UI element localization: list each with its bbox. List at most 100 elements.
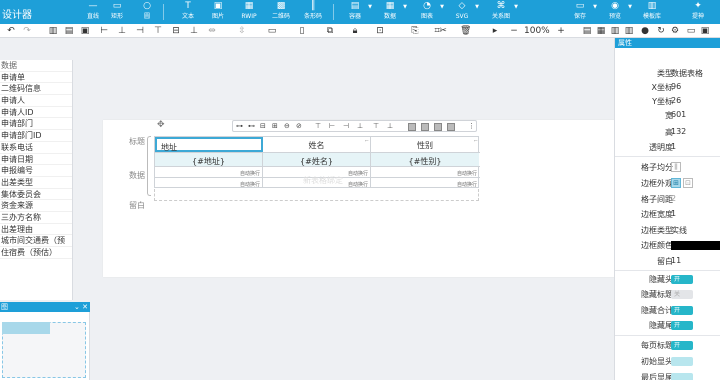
prop-value[interactable]: 数据表格 <box>671 68 703 79</box>
same-height-icon[interactable]: ▯ <box>297 25 307 37</box>
tool-icon[interactable]: ⚙ <box>670 25 680 37</box>
align-icon[interactable]: ▤ <box>64 25 74 37</box>
table-cell[interactable]: {#性别} <box>371 153 479 166</box>
same-width-icon[interactable]: ▭ <box>267 25 277 37</box>
border-all-icon[interactable] <box>408 123 416 131</box>
field-item[interactable]: 申请部门 <box>0 118 72 131</box>
valign-top-icon[interactable]: ⊤ <box>315 122 321 131</box>
table-cell[interactable]: 性别 ⌐ <box>371 137 479 152</box>
save-button[interactable]: ▭ 保存 ▼ <box>565 1 597 23</box>
undo-icon[interactable]: ↶ <box>6 25 16 37</box>
field-item[interactable]: 住宿费（预估） <box>0 247 72 259</box>
table-cell[interactable]: 姓名 ⌐ <box>263 137 371 152</box>
align-bottom-icon[interactable]: ⊥ <box>189 25 199 37</box>
x-input[interactable]: 96 <box>671 82 681 91</box>
insert-row-icon[interactable]: ⊟ <box>260 122 266 131</box>
align-middle-icon[interactable]: ⊟ <box>171 25 181 37</box>
per-page-title-toggle[interactable]: 开 <box>671 341 693 350</box>
delete-row-icon[interactable]: ⊖ <box>284 122 290 131</box>
template-library-button[interactable]: ▥ 模板库 <box>637 1 667 23</box>
field-item[interactable]: 申请单 <box>0 72 72 84</box>
qrcode-tool-button[interactable]: ▩ 二维码 <box>266 1 296 23</box>
collapse-icon[interactable]: ⌄ <box>74 303 80 311</box>
distribute-h-icon[interactable]: ⇹ <box>207 25 217 37</box>
view-cols-icon[interactable]: ▥ <box>624 25 634 37</box>
align-top-icon[interactable]: ⊤ <box>153 25 163 37</box>
y-input[interactable]: 26 <box>671 96 681 105</box>
field-item[interactable]: 资金来源 <box>0 200 72 212</box>
move-icon[interactable]: ✥ <box>157 120 165 130</box>
field-item[interactable]: 出差理由 <box>0 224 72 236</box>
initial-header-toggle[interactable] <box>671 357 693 366</box>
merge-icon[interactable]: ⊶ <box>236 122 243 131</box>
tree-root[interactable]: 数据 <box>0 60 72 72</box>
relation-tool-button[interactable]: ⌘ 关系图 ▼ <box>486 1 518 23</box>
view-grid-icon[interactable]: ▦ <box>596 25 606 37</box>
table-cell[interactable]: 自动换行 <box>155 167 263 177</box>
distribute-v-icon[interactable]: ⇳ <box>237 25 247 37</box>
field-item[interactable]: 集体委员会 <box>0 189 72 201</box>
opacity-input[interactable]: 1 <box>671 142 676 151</box>
bring-front-icon[interactable]: ⧉ <box>325 25 335 37</box>
bold-icon[interactable]: ● <box>640 25 650 37</box>
border-outer-icon[interactable] <box>421 123 429 131</box>
chart-tool-button[interactable]: ◔ 图表 ▼ <box>412 1 444 23</box>
equal-split-icon[interactable]: ⫼ <box>671 162 681 172</box>
cell-gap-input[interactable]: 2 <box>671 194 676 203</box>
hide-footer-toggle[interactable]: 开 <box>671 321 693 330</box>
design-canvas[interactable]: 标题 数据 留白 ✥ ⊶ ⊷ ⊟ ⊞ ⊖ ⊘ ⊤ ⊢ ⊣ ⊥ ⊤ ⊥ ⋮ 地址 … <box>90 38 618 380</box>
delete-col-icon[interactable]: ⊘ <box>296 122 302 131</box>
view-split-icon[interactable]: ▥ <box>610 25 620 37</box>
height-input[interactable]: 132 <box>671 127 686 136</box>
image-tool-button[interactable]: ▣ 图片 <box>203 1 233 23</box>
field-item[interactable]: 申请人ID <box>0 107 72 119</box>
more-icon[interactable]: ⋮ <box>468 122 475 131</box>
view-list-icon[interactable]: ▤ <box>582 25 592 37</box>
lock-icon[interactable]: 🔒︎ <box>350 25 360 37</box>
rect-tool-button[interactable]: ▭ 矩形 <box>102 1 132 23</box>
width-input[interactable]: 601 <box>671 110 686 119</box>
svg-tool-button[interactable]: ◇ SVG ▼ <box>447 1 479 23</box>
zoom-out-icon[interactable]: − <box>509 25 519 37</box>
field-item[interactable]: 申请日期 <box>0 154 72 166</box>
align-center-icon[interactable]: ⊥ <box>117 25 127 37</box>
border-none-icon[interactable] <box>447 123 455 131</box>
align-left-icon[interactable]: ⊢ <box>99 25 109 37</box>
hide-header-toggle[interactable]: 开 <box>671 275 693 284</box>
unlock-icon[interactable]: ⊡ <box>375 25 385 37</box>
footer-band[interactable] <box>154 189 479 201</box>
circle-tool-button[interactable]: ○ 圆 <box>132 1 162 23</box>
text-wrap-icon[interactable]: ⊥ <box>387 122 393 131</box>
expand-icon[interactable]: ▸ <box>490 25 500 37</box>
table-cell[interactable]: 自动换行 <box>155 178 263 188</box>
border-inner-icon[interactable] <box>434 123 442 131</box>
layout-icon[interactable]: ▥ <box>48 25 58 37</box>
table-cell[interactable]: 自动换行 <box>371 178 479 188</box>
chat-icon[interactable]: ▭ <box>686 25 696 37</box>
border-width-input[interactable]: 1 <box>671 209 676 218</box>
text-tool-button[interactable]: T 文本 <box>173 1 203 23</box>
border-grid-icon[interactable]: ⊞ <box>671 178 681 188</box>
field-item[interactable]: 申请部门ID <box>0 130 72 142</box>
halign-icon[interactable]: ⊥ <box>357 122 363 131</box>
field-item[interactable]: 出差类型 <box>0 177 72 189</box>
table-cell[interactable]: {#姓名} <box>263 153 371 166</box>
border-color-picker[interactable] <box>671 241 720 250</box>
field-item[interactable]: 申请人 <box>0 95 72 107</box>
align-right-icon[interactable]: ⊣ <box>135 25 145 37</box>
field-item[interactable]: 联系电话 <box>0 142 72 154</box>
cut-icon[interactable]: ✂ <box>438 25 448 37</box>
field-item[interactable]: 三办方名称 <box>0 212 72 224</box>
insert-col-icon[interactable]: ⊞ <box>272 122 278 131</box>
valign-mid-icon[interactable]: ⊢ <box>329 122 335 131</box>
menu-icon[interactable]: ▣ <box>700 25 710 37</box>
close-icon[interactable]: ✕ <box>82 303 88 311</box>
data-tool-button[interactable]: ▦ 数据 ▼ <box>375 1 407 23</box>
table-cell[interactable]: {#地址} <box>155 153 263 166</box>
container-tool-button[interactable]: ▤ 容器 ▼ <box>340 1 372 23</box>
field-item[interactable]: 二维码信息 <box>0 83 72 96</box>
border-type-select[interactable]: 实线 <box>671 225 687 236</box>
field-item[interactable]: 城市间交通费（预 <box>0 235 72 247</box>
copy-icon[interactable]: ⎘ <box>410 25 420 37</box>
text-down-icon[interactable]: ⊤ <box>373 122 379 131</box>
